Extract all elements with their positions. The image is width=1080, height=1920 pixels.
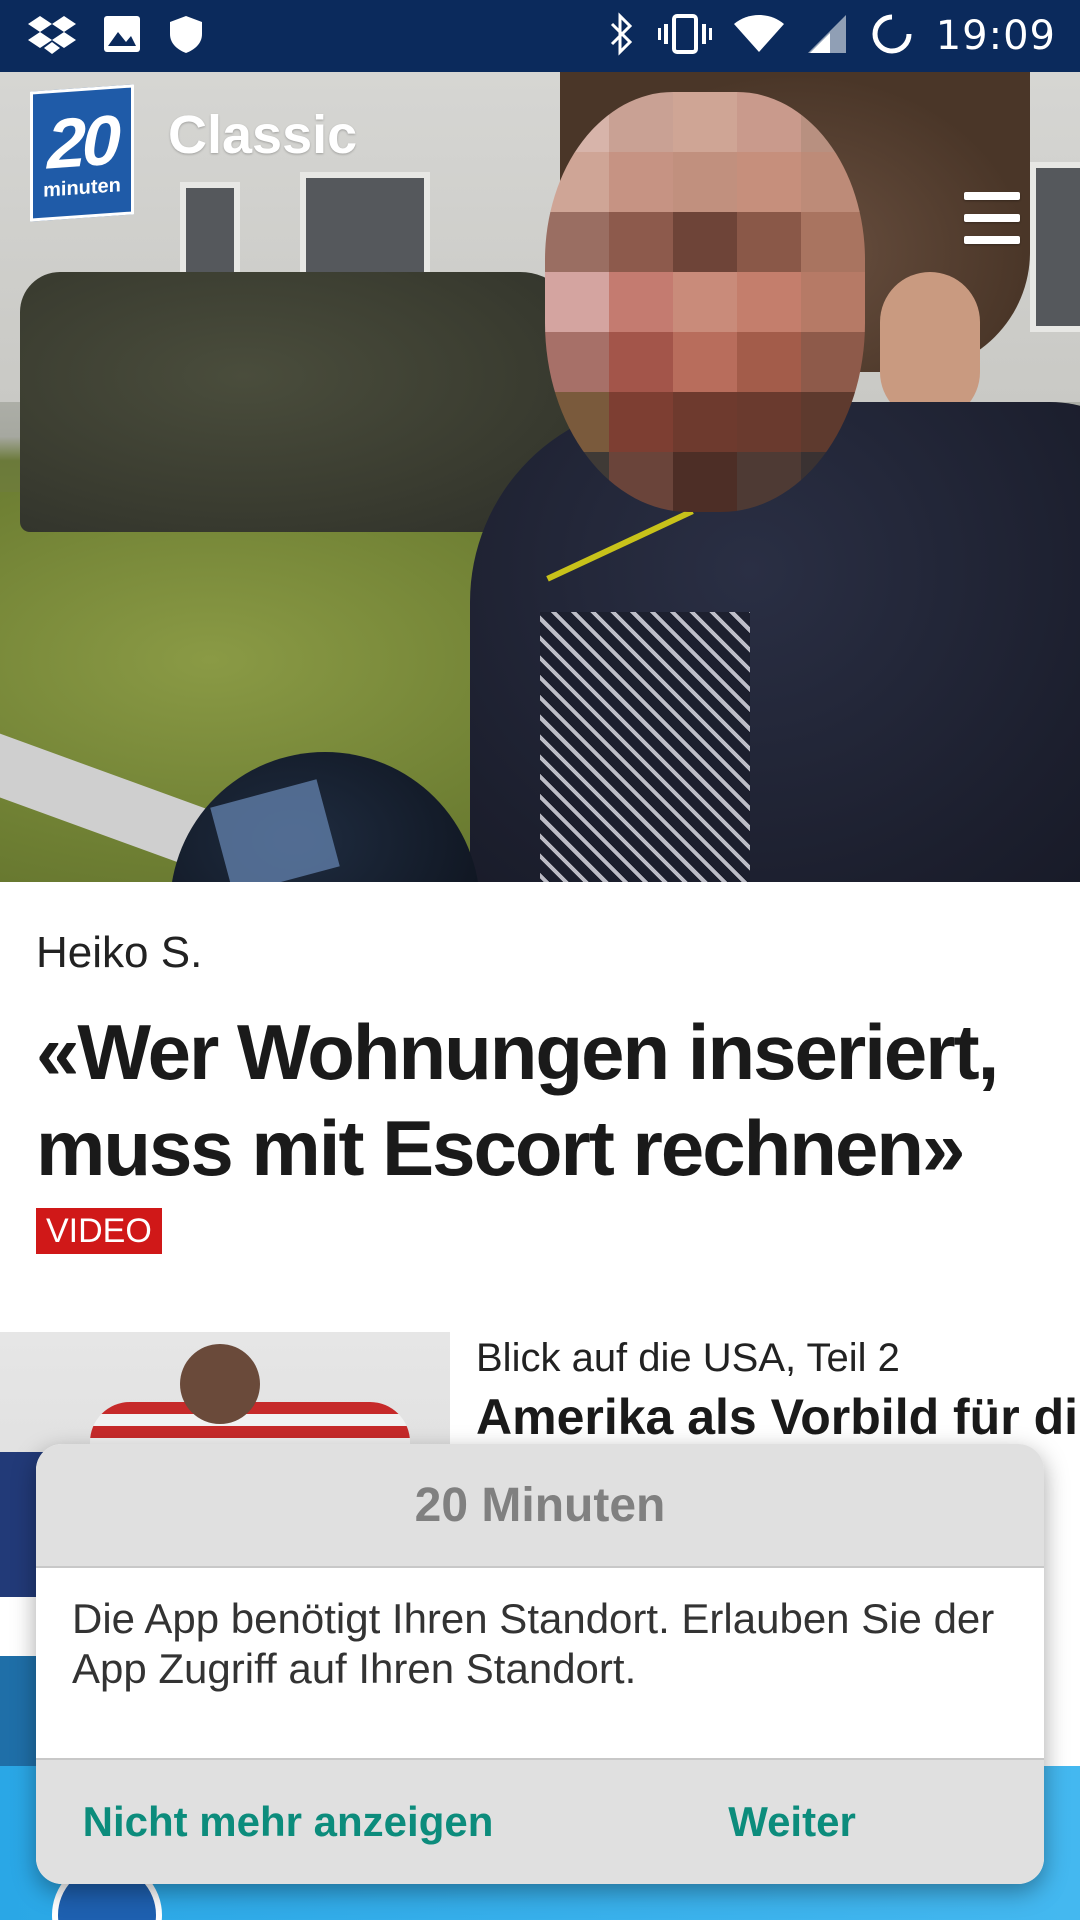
logo-word: minuten bbox=[43, 174, 121, 202]
dialog-message: Die App benötigt Ihren Standort. Erlaube… bbox=[72, 1595, 995, 1692]
thumbnail-head bbox=[180, 1344, 260, 1424]
dialog-actions: Nicht mehr anzeigen Weiter bbox=[36, 1758, 1044, 1884]
lead-article-image[interactable]: 20 minuten Classic bbox=[0, 72, 1080, 882]
video-badge: VIDEO bbox=[36, 1208, 162, 1254]
secondary-article-kicker[interactable]: Blick auf die USA, Teil 2 bbox=[476, 1336, 900, 1381]
hero-hedge bbox=[20, 272, 580, 532]
dont-show-again-button[interactable]: Nicht mehr anzeigen bbox=[36, 1798, 540, 1846]
status-bar-right: 19:09 bbox=[606, 11, 1056, 61]
hero-ear bbox=[880, 272, 980, 422]
app-screen: 19:09 20 minuten Classic Heiko S. «Wer W… bbox=[0, 0, 1080, 1920]
menu-line bbox=[964, 192, 1020, 200]
logo-number: 20 bbox=[47, 100, 117, 184]
lead-article-headline[interactable]: «Wer Wohnungen inseriert, muss mit Escor… bbox=[36, 1004, 1046, 1196]
secondary-article-title[interactable]: Amerika als Vorbild für die bbox=[476, 1388, 1076, 1446]
sync-icon bbox=[870, 12, 914, 61]
menu-line bbox=[964, 236, 1020, 244]
status-time: 19:09 bbox=[935, 13, 1056, 59]
dialog-title: 20 Minuten bbox=[414, 1478, 666, 1532]
dropbox-icon bbox=[28, 14, 76, 59]
signal-icon bbox=[806, 13, 848, 60]
app-logo[interactable]: 20 minuten bbox=[30, 84, 134, 222]
continue-button[interactable]: Weiter bbox=[540, 1798, 1044, 1846]
hero-window bbox=[1030, 162, 1080, 332]
wifi-icon bbox=[733, 14, 784, 59]
pixelated-face bbox=[545, 92, 865, 512]
location-permission-dialog: 20 Minuten Die App benötigt Ihren Stando… bbox=[36, 1444, 1044, 1884]
bluetooth-icon bbox=[606, 11, 636, 61]
dialog-header: 20 Minuten bbox=[36, 1444, 1044, 1568]
partial-article-image[interactable] bbox=[0, 1656, 36, 1766]
lead-article-kicker[interactable]: Heiko S. bbox=[36, 928, 202, 978]
menu-line bbox=[964, 214, 1020, 222]
vibrate-icon bbox=[657, 12, 712, 61]
image-icon bbox=[102, 14, 142, 59]
status-bar-left bbox=[28, 14, 204, 59]
hamburger-menu-icon[interactable] bbox=[956, 188, 1028, 248]
hero-sweater bbox=[540, 612, 750, 882]
shield-icon bbox=[168, 14, 204, 59]
edition-title: Classic bbox=[168, 105, 358, 165]
status-bar: 19:09 bbox=[0, 0, 1080, 72]
